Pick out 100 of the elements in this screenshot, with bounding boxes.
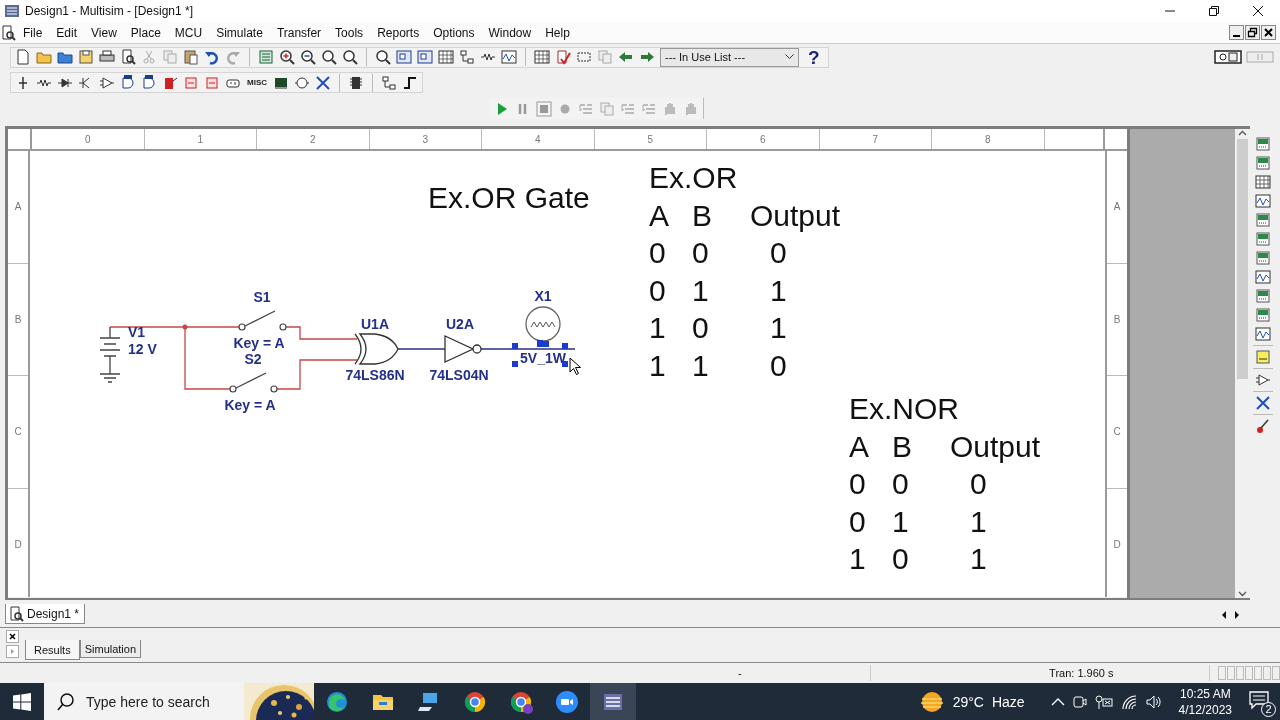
magnifier-icon[interactable] bbox=[321, 49, 337, 65]
close-icon[interactable] bbox=[6, 630, 19, 643]
search-icon[interactable] bbox=[375, 49, 391, 65]
document-icon[interactable] bbox=[0, 24, 16, 41]
restore-icon[interactable] bbox=[1208, 5, 1220, 17]
graph-icon[interactable] bbox=[501, 49, 517, 65]
instrument-icon[interactable] bbox=[1254, 174, 1271, 190]
gate-icon[interactable] bbox=[141, 74, 157, 91]
window-title: Design1 - Multisim - [Design1 *] bbox=[25, 4, 195, 18]
panel-icon[interactable] bbox=[396, 49, 412, 65]
arrow-right-icon[interactable] bbox=[639, 49, 655, 65]
video-app-icon[interactable] bbox=[555, 689, 579, 714]
instrument-icon[interactable] bbox=[1254, 193, 1271, 209]
weather-condition[interactable]: Haze bbox=[991, 693, 1025, 710]
progress-indicator bbox=[1218, 666, 1280, 680]
scroll-down-icon[interactable] bbox=[1238, 590, 1247, 598]
instrument-icon[interactable] bbox=[1254, 212, 1271, 228]
output-tab[interactable]: Simulation bbox=[79, 640, 142, 658]
camera-icon[interactable] bbox=[1072, 693, 1087, 710]
restore-icon[interactable] bbox=[1245, 25, 1260, 40]
misc-button[interactable]: MISC bbox=[246, 78, 268, 87]
browser-icon[interactable] bbox=[463, 689, 487, 714]
instrument-icon[interactable] bbox=[1254, 136, 1271, 152]
save-icon[interactable] bbox=[78, 49, 94, 65]
search-box[interactable]: Type here to search bbox=[44, 683, 314, 720]
amplifier-icon[interactable] bbox=[99, 74, 115, 91]
component-value: 74LS86N bbox=[345, 367, 405, 383]
network-icon[interactable] bbox=[1094, 693, 1113, 710]
clock-date[interactable]: 4/12/2023 bbox=[1178, 701, 1232, 718]
hierarchy-icon[interactable] bbox=[381, 74, 397, 91]
minimize-icon[interactable] bbox=[1229, 25, 1244, 40]
menu-item[interactable]: Window bbox=[481, 25, 539, 40]
instrument-icon[interactable] bbox=[1254, 288, 1271, 304]
browser-icon[interactable] bbox=[325, 689, 349, 714]
volume-icon[interactable] bbox=[1144, 693, 1163, 710]
menu-item[interactable]: Options bbox=[426, 25, 482, 40]
selection-icon[interactable] bbox=[576, 49, 592, 65]
search-field[interactable]: Type here to search bbox=[84, 692, 248, 711]
hierarchy-icon[interactable] bbox=[459, 49, 475, 65]
zoom-out-icon[interactable] bbox=[300, 49, 316, 65]
spreadsheet-icon[interactable] bbox=[534, 49, 550, 65]
chevron-up-icon[interactable] bbox=[1050, 696, 1065, 707]
wifi-icon[interactable] bbox=[1120, 693, 1137, 710]
sun-icon[interactable] bbox=[918, 690, 945, 713]
instrument-icon[interactable] bbox=[1254, 231, 1271, 247]
menu-item[interactable]: Reports bbox=[370, 25, 427, 40]
probe-icon[interactable] bbox=[1254, 418, 1271, 434]
instrument-icon[interactable] bbox=[1254, 307, 1271, 323]
menu-item[interactable]: File bbox=[16, 25, 50, 40]
menu-item[interactable]: Help bbox=[538, 25, 577, 40]
menu-item[interactable]: Transfer bbox=[269, 25, 329, 40]
close-icon[interactable] bbox=[1252, 5, 1264, 17]
clock-time[interactable]: 10:25 AM bbox=[1179, 685, 1231, 702]
switch-icon[interactable] bbox=[1246, 49, 1274, 65]
browser-icon[interactable] bbox=[509, 689, 533, 714]
start-icon[interactable] bbox=[13, 692, 31, 711]
instrument-icon[interactable] bbox=[1254, 250, 1271, 266]
meter-icon[interactable] bbox=[1254, 349, 1271, 365]
instrument-icon[interactable] bbox=[1254, 326, 1271, 342]
column-header: A bbox=[849, 428, 870, 465]
instrument-icon[interactable] bbox=[1254, 155, 1271, 171]
list-icon[interactable] bbox=[258, 49, 274, 65]
check-icon[interactable] bbox=[555, 49, 571, 65]
help-button[interactable]: ? bbox=[804, 47, 824, 67]
in-use-list-dropdown[interactable]: --- In Use List --- bbox=[660, 47, 799, 67]
print-preview-icon[interactable] bbox=[120, 49, 136, 65]
instrument-icon[interactable] bbox=[1254, 269, 1271, 285]
menu-item[interactable]: Edit bbox=[49, 25, 85, 40]
temperature[interactable]: 29°C bbox=[952, 693, 984, 710]
scroll-up-icon[interactable] bbox=[1238, 129, 1247, 137]
toggle-icon[interactable] bbox=[1214, 49, 1242, 65]
grid-icon[interactable] bbox=[438, 49, 454, 65]
menu-item[interactable]: Simulate bbox=[209, 25, 270, 40]
stop-icon[interactable] bbox=[536, 100, 552, 117]
step-icon[interactable] bbox=[402, 74, 418, 91]
panel-icon[interactable] bbox=[417, 49, 433, 65]
magnifier-icon[interactable] bbox=[342, 49, 358, 65]
output-tab[interactable]: Results bbox=[25, 640, 80, 660]
component-value: 12 V bbox=[128, 341, 157, 357]
amplifier-icon[interactable] bbox=[1254, 372, 1271, 388]
selection-handles[interactable] bbox=[512, 340, 568, 367]
table-cell-text: 1 bbox=[892, 503, 910, 540]
arrow-left-icon[interactable] bbox=[618, 49, 634, 65]
chip-icon[interactable] bbox=[348, 74, 364, 91]
zoom-in-icon[interactable] bbox=[279, 49, 295, 65]
scrollbar-thumb[interactable] bbox=[1237, 139, 1248, 379]
undo-icon[interactable] bbox=[204, 49, 220, 65]
menu-item[interactable]: Tools bbox=[328, 25, 371, 40]
menu-item[interactable]: MCU bbox=[167, 25, 210, 40]
close-icon[interactable] bbox=[1261, 25, 1276, 40]
menu-item[interactable]: Place bbox=[123, 25, 168, 40]
new-document-icon[interactable] bbox=[15, 49, 31, 65]
gate-icon[interactable] bbox=[120, 74, 136, 91]
folder-icon[interactable] bbox=[57, 49, 73, 65]
motor-icon[interactable] bbox=[294, 74, 310, 91]
document-tab[interactable]: Design1 * bbox=[5, 604, 86, 624]
column-header: B bbox=[692, 197, 713, 234]
printer-icon[interactable] bbox=[99, 49, 115, 65]
menu-item[interactable]: View bbox=[84, 25, 124, 40]
clipboard-icon[interactable] bbox=[183, 49, 199, 65]
